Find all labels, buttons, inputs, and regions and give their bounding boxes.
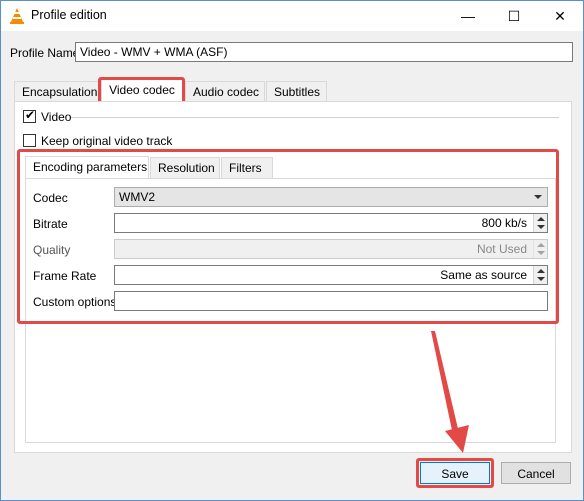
minimize-button[interactable]: — bbox=[445, 1, 491, 31]
maximize-icon: ☐ bbox=[507, 7, 521, 24]
annotation-arrow-icon bbox=[431, 331, 469, 453]
tab-audio-codec[interactable]: Audio codec bbox=[185, 81, 265, 102]
video-codec-tab-highlight bbox=[98, 77, 185, 104]
tab-subtitles[interactable]: Subtitles bbox=[266, 81, 327, 102]
profile-name-input[interactable]: Video - WMV + WMA (ASF) bbox=[75, 42, 573, 62]
tab-encapsulation[interactable]: Encapsulation bbox=[14, 81, 100, 102]
cancel-button[interactable]: Cancel bbox=[501, 462, 571, 484]
keep-original-label: Keep original video track bbox=[41, 134, 173, 148]
close-button[interactable]: ✕ bbox=[537, 1, 583, 31]
minimize-icon: — bbox=[461, 8, 475, 24]
profile-name-label: Profile Name bbox=[10, 46, 80, 60]
save-button-highlight bbox=[416, 458, 494, 488]
keep-original-checkbox[interactable] bbox=[23, 134, 36, 147]
profile-edition-window: Profile edition — ☐ ✕ Profile Name Video… bbox=[0, 0, 584, 501]
title-bar: Profile edition — ☐ ✕ bbox=[1, 1, 583, 31]
video-checkbox-label: Video bbox=[41, 110, 72, 124]
video-checkbox[interactable]: ✔ bbox=[23, 108, 36, 123]
video-separator bbox=[71, 117, 559, 118]
maximize-button[interactable]: ☐ bbox=[491, 1, 537, 31]
close-icon: ✕ bbox=[554, 7, 566, 24]
encoding-parameters-highlight bbox=[17, 149, 559, 324]
window-title: Profile edition bbox=[31, 8, 107, 22]
vlc-cone-icon bbox=[10, 8, 24, 24]
